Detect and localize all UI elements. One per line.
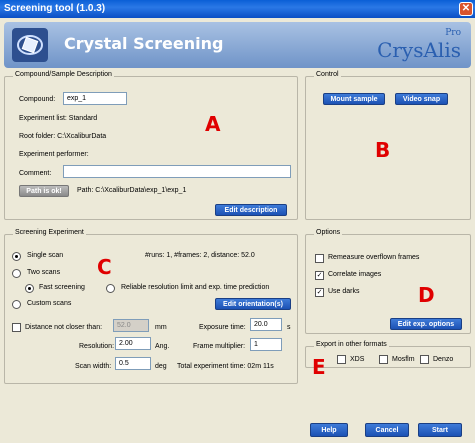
comment-input[interactable] xyxy=(63,165,291,178)
scan-info: #runs: 1, #frames: 2, distance: 52.0 xyxy=(145,252,255,259)
help-button[interactable]: Help xyxy=(310,423,348,437)
resolution-input[interactable]: 2.00 xyxy=(115,337,151,350)
screening-legend: Screening Experiment xyxy=(13,229,86,236)
total-time: Total experiment time: 02m 11s xyxy=(177,363,274,370)
remeasure-checkbox[interactable] xyxy=(315,254,324,263)
mosflm-checkbox[interactable] xyxy=(379,355,388,364)
custom-scans-radio[interactable] xyxy=(12,300,21,309)
exposure-unit: s xyxy=(287,324,291,331)
distance-label: Distance not closer than: xyxy=(25,324,103,331)
options-legend: Options xyxy=(314,229,343,236)
reliable-radio[interactable] xyxy=(106,284,115,293)
logo-text: CrysAlis xyxy=(377,38,461,62)
denzo-checkbox[interactable] xyxy=(420,355,429,364)
frame-multiplier-label: Frame multiplier: xyxy=(193,343,246,350)
crystal-icon xyxy=(12,28,48,62)
distance-checkbox[interactable] xyxy=(12,323,21,332)
comment-label: Comment: xyxy=(19,170,52,177)
use-darks-label: Use darks xyxy=(328,288,360,295)
denzo-label: Denzo xyxy=(433,356,454,363)
edit-orientation-button[interactable]: Edit orientation(s) xyxy=(215,298,291,310)
compound-panel: Compound/Sample Description Compound: ex… xyxy=(4,71,298,220)
experiment-performer: Experiment performer: xyxy=(19,151,89,158)
scan-width-label: Scan width: xyxy=(75,363,112,370)
annotation-a: A xyxy=(205,112,221,136)
resolution-unit: Ang. xyxy=(155,343,170,350)
frame-multiplier-input[interactable]: 1 xyxy=(250,338,282,351)
cancel-button[interactable]: Cancel xyxy=(365,423,409,437)
scan-width-input[interactable]: 0.5 xyxy=(115,357,151,370)
crysalis-logo: Pro CrysAlis xyxy=(377,26,461,66)
options-panel: Options Remeasure overflown frames ✓ Cor… xyxy=(305,229,471,334)
compound-legend: Compound/Sample Description xyxy=(13,71,114,78)
window-title: Screening tool (1.0.3) xyxy=(4,3,106,14)
video-snap-button[interactable]: Video snap xyxy=(395,93,448,105)
scan-width-unit: deg xyxy=(155,363,167,370)
reliable-label: Reliable resolution limit and exp. time … xyxy=(121,284,270,291)
remeasure-label: Remeasure overflown frames xyxy=(328,254,420,261)
custom-scans-label: Custom scans xyxy=(27,300,72,307)
logo-sup: Pro xyxy=(445,28,461,38)
annotation-d: D xyxy=(418,283,435,307)
xds-checkbox[interactable] xyxy=(337,355,346,364)
export-panel: Export in other formats XDS Mosflm Denzo xyxy=(305,341,471,368)
control-legend: Control xyxy=(314,71,341,78)
correlate-label: Correlate images xyxy=(328,271,382,278)
annotation-e: E xyxy=(312,355,326,379)
screening-panel: Screening Experiment Single scan #runs: … xyxy=(4,229,298,384)
export-legend: Export in other formats xyxy=(314,341,389,348)
compound-label: Compound: xyxy=(19,96,56,103)
two-scans-label: Two scans xyxy=(27,269,61,276)
xds-label: XDS xyxy=(350,356,365,363)
header-banner: Crystal Screening Pro CrysAlis xyxy=(4,22,471,68)
mosflm-label: Mosflm xyxy=(392,356,415,363)
path-ok-button[interactable]: Path is ok! xyxy=(19,185,69,197)
header-title: Crystal Screening xyxy=(64,34,224,53)
window-title-bar: Screening tool (1.0.3) ✕ xyxy=(0,0,475,18)
root-folder: Root folder: C:\XcaliburData xyxy=(19,133,107,140)
resolution-label: Resolution: xyxy=(79,343,115,350)
annotation-c: C xyxy=(97,255,112,279)
distance-unit: mm xyxy=(155,324,167,331)
start-button[interactable]: Start xyxy=(418,423,462,437)
single-scan-radio[interactable] xyxy=(12,252,21,261)
fast-screening-radio[interactable] xyxy=(25,284,34,293)
distance-input[interactable]: 52.0 xyxy=(113,319,149,332)
fast-screening-label: Fast screening xyxy=(39,284,85,291)
exposure-label: Exposure time: xyxy=(199,324,246,331)
two-scans-radio[interactable] xyxy=(12,269,21,278)
experiment-list: Experiment list: Standard xyxy=(19,115,98,122)
compound-input[interactable]: exp_1 xyxy=(63,92,127,105)
correlate-checkbox[interactable]: ✓ xyxy=(315,271,324,280)
single-scan-label: Single scan xyxy=(27,252,64,259)
use-darks-checkbox[interactable]: ✓ xyxy=(315,288,324,297)
annotation-b: B xyxy=(375,138,391,162)
edit-description-button[interactable]: Edit description xyxy=(215,204,287,216)
exposure-input[interactable]: 20.0 xyxy=(250,318,282,331)
mount-sample-button[interactable]: Mount sample xyxy=(323,93,385,105)
path-text: Path: C:\XcaliburData\exp_1\exp_1 xyxy=(77,187,187,194)
edit-exp-options-button[interactable]: Edit exp. options xyxy=(390,318,462,330)
close-button[interactable]: ✕ xyxy=(459,2,473,16)
